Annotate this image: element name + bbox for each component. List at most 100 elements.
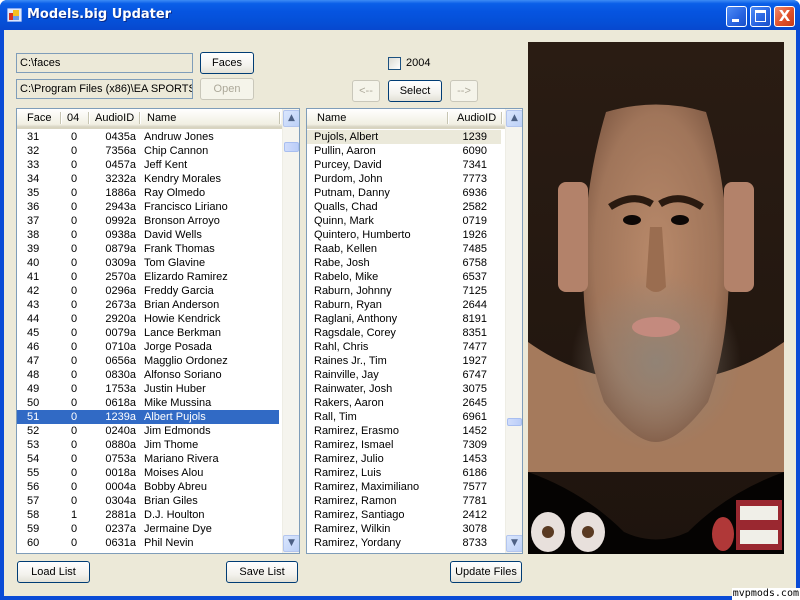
table-row[interactable]: 60 0 0631a Phil Nevin (17, 536, 279, 550)
table-row[interactable]: Rakers, Aaron 2645 (307, 396, 501, 410)
table-row[interactable]: 52 0 0240a Jim Edmonds (17, 424, 279, 438)
table-row[interactable]: 39 0 0879a Frank Thomas (17, 242, 279, 256)
face-list-scrollbar[interactable]: ▲ ▼ (282, 109, 299, 553)
minimize-button[interactable] (726, 6, 747, 27)
faces-button[interactable]: Faces (200, 52, 254, 74)
scroll-down-button[interactable]: ▼ (283, 535, 299, 552)
column-header-name[interactable]: Name (141, 109, 176, 127)
table-row[interactable]: Pullin, Aaron 6090 (307, 144, 501, 158)
cell-audioid: 0240a (105, 425, 136, 437)
table-row[interactable]: 43 0 2673a Brian Anderson (17, 298, 279, 312)
scroll-up-button[interactable]: ▲ (506, 110, 522, 127)
cell-04: 0 (70, 159, 78, 171)
table-row[interactable]: 48 0 0830a Alfonso Soriano (17, 368, 279, 382)
table-row[interactable]: 46 0 0710a Jorge Posada (17, 340, 279, 354)
checkbox-2004[interactable] (388, 57, 401, 70)
cell-face: 52 (27, 425, 40, 437)
table-row[interactable]: Pujols, Albert 1239 (307, 130, 501, 144)
scroll-thumb[interactable] (284, 142, 299, 152)
table-row[interactable]: Quintero, Humberto 1926 (307, 228, 501, 242)
face-list[interactable]: Face 04 AudioID Name 31 0 0435a Andruw Jone… (16, 108, 300, 554)
column-header-face[interactable]: Face (21, 109, 51, 127)
table-row[interactable]: Ramirez, Santiago 2412 (307, 508, 501, 522)
table-row[interactable]: Raburn, Johnny 7125 (307, 284, 501, 298)
table-row[interactable]: Rahl, Chris 7477 (307, 340, 501, 354)
open-button[interactable]: Open (200, 78, 254, 100)
table-row[interactable]: 41 0 2570a Elizardo Ramirez (17, 270, 279, 284)
table-row[interactable]: Ramirez, Maximiliano 7577 (307, 480, 501, 494)
table-row[interactable]: 31 0 0435a Andruw Jones (17, 130, 279, 144)
table-row[interactable]: Raab, Kellen 7485 (307, 242, 501, 256)
table-row[interactable]: 35 0 1886a Ray Olmedo (17, 186, 279, 200)
table-row[interactable]: Ramirez, Ramon 7781 (307, 494, 501, 508)
table-row[interactable]: Qualls, Chad 2582 (307, 200, 501, 214)
next-button[interactable]: --> (450, 80, 478, 102)
table-row[interactable]: 53 0 0880a Jim Thome (17, 438, 279, 452)
table-row[interactable]: 55 0 0018a Moises Alou (17, 466, 279, 480)
cell-face: 36 (27, 201, 40, 213)
faces-path-field[interactable]: C:\faces (16, 53, 193, 73)
table-row[interactable]: Ramirez, Wilkin 3078 (307, 522, 501, 536)
column-header-audioid[interactable]: AudioID (89, 109, 134, 127)
table-row[interactable]: 37 0 0992a Bronson Arroyo (17, 214, 279, 228)
table-row[interactable]: Rabe, Josh 6758 (307, 256, 501, 270)
table-row[interactable]: 44 0 2920a Howie Kendrick (17, 312, 279, 326)
table-row[interactable]: 42 0 0296a Freddy Garcia (17, 284, 279, 298)
scroll-up-button[interactable]: ▲ (283, 110, 299, 127)
table-row[interactable]: Raglani, Anthony 8191 (307, 312, 501, 326)
column-header-04[interactable]: 04 (61, 109, 79, 127)
table-row[interactable]: Ramirez, Yordany 8733 (307, 536, 501, 550)
column-separator[interactable] (447, 112, 448, 124)
scroll-thumb[interactable] (507, 418, 522, 426)
game-path-field[interactable]: C:\Program Files (x86)\EA SPORTS (16, 79, 193, 99)
table-row[interactable]: Raburn, Ryan 2644 (307, 298, 501, 312)
column-separator[interactable] (139, 112, 140, 124)
title-bar[interactable]: Models.big Updater X (0, 0, 800, 30)
table-row[interactable]: Purdom, John 7773 (307, 172, 501, 186)
table-row[interactable]: Rabelo, Mike 6537 (307, 270, 501, 284)
maximize-button[interactable] (750, 6, 771, 27)
column-separator[interactable] (279, 112, 280, 124)
table-row[interactable]: Ramirez, Julio 1453 (307, 452, 501, 466)
table-row[interactable]: 36 0 2943a Francisco Liriano (17, 200, 279, 214)
table-row[interactable]: Purcey, David 7341 (307, 158, 501, 172)
table-row[interactable]: 32 0 7356a Chip Cannon (17, 144, 279, 158)
audio-list[interactable]: Name AudioID Pujols, Albert 1239 Pullin, A… (306, 108, 523, 554)
table-row[interactable]: 34 0 3232a Kendry Morales (17, 172, 279, 186)
column-separator[interactable] (501, 112, 502, 124)
table-row[interactable]: Rainville, Jay 6747 (307, 368, 501, 382)
save-list-button[interactable]: Save List (226, 561, 298, 583)
scroll-down-button[interactable]: ▼ (506, 535, 522, 552)
table-row[interactable]: Rall, Tim 6961 (307, 410, 501, 424)
table-row[interactable]: 50 0 0618a Mike Mussina (17, 396, 279, 410)
column-header-audioid[interactable]: AudioID (451, 109, 496, 127)
table-row[interactable]: 38 0 0938a David Wells (17, 228, 279, 242)
column-header-name[interactable]: Name (311, 109, 346, 127)
table-row[interactable]: 54 0 0753a Mariano Rivera (17, 452, 279, 466)
load-list-button[interactable]: Load List (17, 561, 90, 583)
select-button[interactable]: Select (388, 80, 442, 102)
table-row[interactable]: Quinn, Mark 0719 (307, 214, 501, 228)
table-row[interactable]: Ramirez, Luis 6186 (307, 466, 501, 480)
table-row[interactable]: 45 0 0079a Lance Berkman (17, 326, 279, 340)
table-row[interactable]: 33 0 0457a Jeff Kent (17, 158, 279, 172)
table-row[interactable]: Ragsdale, Corey 8351 (307, 326, 501, 340)
table-row[interactable]: 40 0 0309a Tom Glavine (17, 256, 279, 270)
table-row[interactable]: 51 0 1239a Albert Pujols (17, 410, 279, 424)
cell-name: Quinn, Mark (314, 215, 374, 227)
table-row[interactable]: 56 0 0004a Bobby Abreu (17, 480, 279, 494)
table-row[interactable]: Raines Jr., Tim 1927 (307, 354, 501, 368)
table-row[interactable]: Putnam, Danny 6936 (307, 186, 501, 200)
table-row[interactable]: Ramirez, Ismael 7309 (307, 438, 501, 452)
table-row[interactable]: 58 1 2881a D.J. Houlton (17, 508, 279, 522)
update-files-button[interactable]: Update Files (450, 561, 522, 583)
close-button[interactable]: X (774, 6, 795, 27)
table-row[interactable]: 59 0 0237a Jermaine Dye (17, 522, 279, 536)
table-row[interactable]: 47 0 0656a Magglio Ordonez (17, 354, 279, 368)
table-row[interactable]: Ramirez, Erasmo 1452 (307, 424, 501, 438)
table-row[interactable]: 49 0 1753a Justin Huber (17, 382, 279, 396)
table-row[interactable]: 57 0 0304a Brian Giles (17, 494, 279, 508)
prev-button[interactable]: <-- (352, 80, 380, 102)
audio-list-scrollbar[interactable]: ▲ ▼ (505, 109, 522, 553)
table-row[interactable]: Rainwater, Josh 3075 (307, 382, 501, 396)
